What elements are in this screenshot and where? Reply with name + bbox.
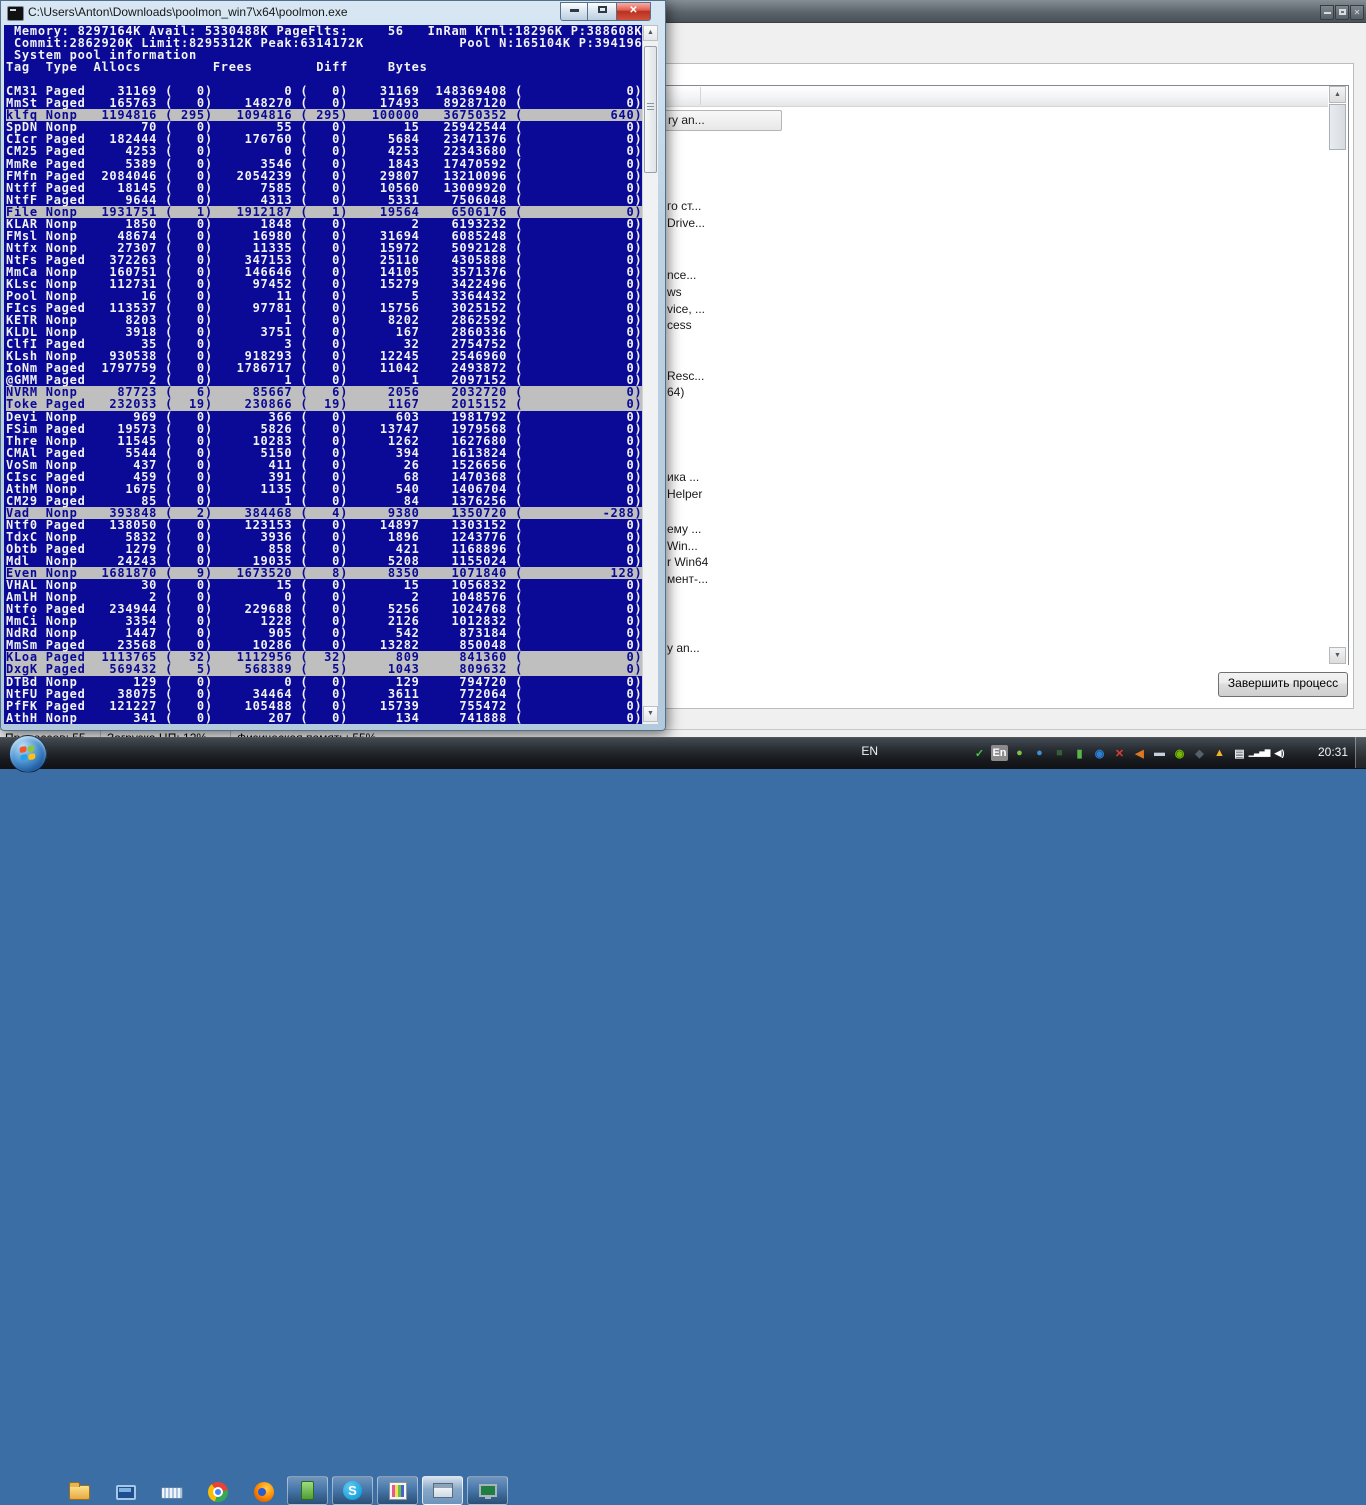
console-output: Memory: 8297164K Avail: 5330488K PageFlt…: [4, 25, 642, 724]
volume-icon[interactable]: ◀): [1271, 745, 1288, 761]
close-icon[interactable]: ✕: [1350, 5, 1364, 20]
pool-row-AthH: AthH Nonp 341 ( 0) 207 ( 0) 134 741888 (…: [6, 710, 642, 724]
keyboard-icon[interactable]: [160, 1482, 184, 1502]
pool-row-File: File Nonp 1931751 ( 1) 1912187 ( 1) 1956…: [6, 204, 642, 219]
task-manager-caption-buttons: ✕: [1319, 2, 1364, 20]
console-app-button[interactable]: [422, 1476, 463, 1505]
window-app-icon[interactable]: [114, 1482, 138, 1502]
pool-row-CM25: CM25 Paged 4253 ( 0) 0 ( 0) 4253 2234368…: [6, 144, 642, 159]
process-description-fragment[interactable]: r Win64: [667, 555, 708, 569]
network-globe-icon[interactable]: ●: [1031, 745, 1048, 761]
show-desktop-button[interactable]: [1355, 737, 1366, 768]
pool-row-NtfF: NtfF Paged 9644 ( 0) 4313 ( 0) 5331 7506…: [6, 192, 642, 207]
close-icon[interactable]: ✕: [616, 2, 651, 21]
pool-row-Devi: Devi Nonp 969 ( 0) 366 ( 0) 603 1981792 …: [6, 409, 642, 424]
process-description-fragment[interactable]: ика ...: [667, 470, 699, 484]
process-description-fragment[interactable]: nce...: [667, 268, 696, 282]
clipboard-icon[interactable]: ▤: [1231, 745, 1248, 761]
process-description-fragment[interactable]: ws: [667, 285, 682, 299]
console-titlebar[interactable]: C:\Users\Anton\Downloads\poolmon_win7\x6…: [1, 1, 665, 24]
wireless-icon[interactable]: ◉: [1091, 745, 1108, 761]
pool-row-MmRe: MmRe Paged 5389 ( 0) 3546 ( 0) 1843 1747…: [6, 156, 642, 171]
pool-row-DxgK: DxgK Paged 569432 ( 5) 568389 ( 5) 1043 …: [6, 662, 642, 677]
process-description-fragment[interactable]: го ст...: [667, 199, 701, 213]
process-description-fragment[interactable]: ему ...: [667, 522, 701, 536]
antivirus-icon[interactable]: ●: [1011, 745, 1028, 761]
background-app-icon[interactable]: ◆: [1191, 745, 1208, 761]
minimize-icon[interactable]: [1320, 5, 1334, 20]
remote-viewer-button[interactable]: [467, 1476, 508, 1505]
audio-manager-icon[interactable]: ◀: [1131, 745, 1148, 761]
maximize-icon[interactable]: [1335, 5, 1349, 20]
phone-sync-icon[interactable]: ▮: [1071, 745, 1088, 761]
process-description-fragment[interactable]: y an...: [667, 641, 700, 655]
console-icon: [7, 6, 24, 21]
pool-row-NtFU: NtFU Paged 38075 ( 0) 34464 ( 0) 3611 77…: [6, 686, 642, 701]
google-drive-icon[interactable]: ▲: [1211, 745, 1228, 761]
pool-row-DTBd: DTBd Nonp 129 ( 0) 0 ( 0) 129 794720 ( 0…: [6, 674, 642, 689]
language-indicator[interactable]: EN: [861, 744, 878, 758]
scroll-down-icon[interactable]: ▼: [1329, 647, 1346, 664]
console-caption-buttons: ✕: [560, 2, 651, 21]
windows-flag-icon: [19, 745, 36, 762]
explorer-icon[interactable]: [68, 1482, 92, 1502]
pool-row-CMAl: CMAl Paged 5544 ( 0) 5150 ( 0) 394 16138…: [6, 445, 642, 460]
app-grid-icon[interactable]: ■: [1051, 745, 1068, 761]
nvidia-settings-icon[interactable]: ◉: [1171, 745, 1188, 761]
colorbars-button[interactable]: [377, 1476, 418, 1505]
process-description-fragment[interactable]: Win...: [667, 539, 698, 553]
pool-table-header: Tag Type Allocs Frees Diff Bytes: [6, 60, 428, 75]
pool-row-PfFK: PfFK Paged 121227 ( 0) 105488 ( 0) 15739…: [6, 698, 642, 713]
console-title: C:\Users\Anton\Downloads\poolmon_win7\x6…: [28, 5, 348, 19]
maximize-icon[interactable]: [588, 2, 616, 21]
safely-remove-icon[interactable]: ✓: [971, 745, 988, 761]
poolmon-console-window[interactable]: C:\Users\Anton\Downloads\poolmon_win7\x6…: [0, 0, 666, 731]
scrollbar-thumb[interactable]: [644, 46, 657, 173]
scroll-up-icon[interactable]: ▲: [1329, 86, 1346, 103]
selected-process-row[interactable]: ry an...: [658, 110, 782, 131]
chrome-icon[interactable]: [206, 1482, 230, 1502]
process-list[interactable]: [657, 85, 1349, 665]
pool-row-Toke: Toke Paged 232033 ( 19) 230866 ( 19) 116…: [6, 397, 642, 412]
signal-strength-icon[interactable]: ▁▃▅▇: [1249, 745, 1271, 761]
process-description-fragment[interactable]: 64): [667, 385, 684, 399]
pool-row-KLAR: KLAR Nonp 1850 ( 0) 1848 ( 0) 2 6193232 …: [6, 216, 642, 231]
process-description-fragment[interactable]: vice, ...: [667, 302, 705, 316]
scroll-down-icon[interactable]: ▼: [643, 706, 658, 722]
console-scrollbar[interactable]: ▲ ▼: [642, 25, 658, 724]
language-box-icon[interactable]: En: [991, 745, 1008, 761]
pool-row-Ntff: Ntff Paged 18145 ( 0) 7585 ( 0) 10560 13…: [6, 180, 642, 195]
column-divider[interactable]: [700, 87, 701, 105]
pool-row-FSim: FSim Paged 19573 ( 0) 5826 ( 0) 13747 19…: [6, 421, 642, 436]
system-tray: ✓ En ● ● ■ ▮ ◉ ✕ ◀ ▬ ◉ ◆ ▲ ▤ ▁▃▅▇ ◀): [971, 741, 1288, 765]
pool-row-FMfn: FMfn Paged 2084046 ( 0) 2054239 ( 0) 298…: [6, 168, 642, 183]
device-app-button[interactable]: [287, 1476, 328, 1505]
pool-row-Thre: Thre Nonp 11545 ( 0) 10283 ( 0) 1262 162…: [6, 433, 642, 448]
process-list-column-header[interactable]: [657, 86, 1328, 107]
error-x-icon[interactable]: ✕: [1111, 745, 1128, 761]
process-description-fragment[interactable]: Resc...: [667, 369, 704, 383]
process-description-fragment[interactable]: мент-...: [667, 572, 708, 586]
taskbar-clock[interactable]: 20:31: [1318, 745, 1348, 759]
process-description-fragment[interactable]: Helper: [667, 487, 702, 501]
start-button[interactable]: [9, 735, 47, 773]
minimize-icon[interactable]: [560, 2, 588, 21]
pool-row-VoSm: VoSm Nonp 437 ( 0) 411 ( 0) 26 1526656 (…: [6, 457, 642, 472]
end-process-button[interactable]: Завершить процесс: [1218, 672, 1348, 697]
display-settings-icon[interactable]: ▬: [1151, 745, 1168, 761]
skype-button[interactable]: S: [332, 1476, 373, 1505]
scrollbar-thumb[interactable]: [1329, 104, 1346, 150]
scroll-up-icon[interactable]: ▲: [643, 25, 658, 41]
process-description-fragment[interactable]: Drive...: [667, 216, 705, 230]
pool-row-CIsc: CIsc Paged 459 ( 0) 391 ( 0) 68 1470368 …: [6, 469, 642, 484]
process-description-fragment[interactable]: cess: [667, 318, 692, 332]
firefox-icon[interactable]: [252, 1482, 276, 1502]
